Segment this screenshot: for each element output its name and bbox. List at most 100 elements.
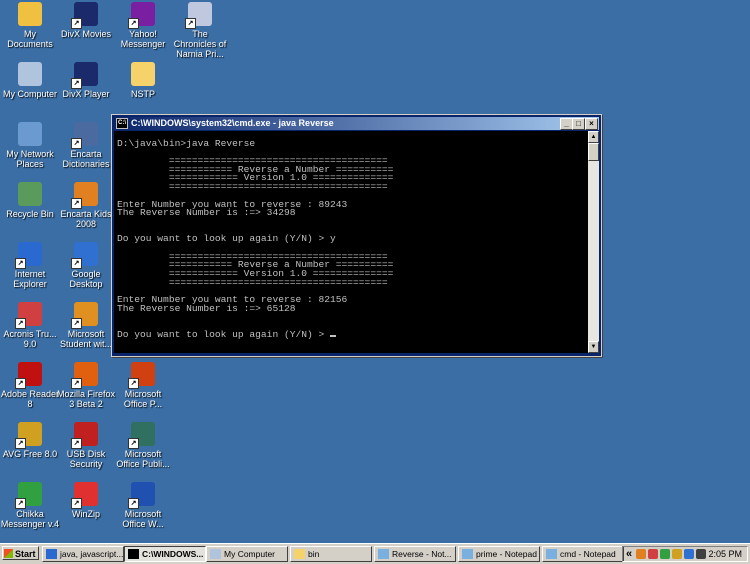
desktop-icon-label: Encarta Dictionaries	[62, 149, 110, 169]
vertical-scrollbar[interactable]: ▲ ▼	[588, 131, 599, 353]
desktop-icon[interactable]: ↗ Microsoft Office P...	[113, 362, 173, 409]
system-tray: « 2:05 PM	[622, 546, 748, 562]
desktop-icon-label: Adobe Reader 8	[0, 389, 60, 409]
desktop-icon[interactable]: ↗ Microsoft Student wit...	[56, 302, 116, 349]
shortcut-arrow-icon: ↗	[128, 378, 139, 389]
taskbar-button[interactable]: bin	[290, 546, 372, 562]
dvd-icon: ↗	[185, 2, 212, 29]
desktop-icon[interactable]: My Computer	[0, 62, 60, 99]
desktop-icon[interactable]: ↗ DivX Player	[56, 62, 116, 99]
desktop-icon-label: Google Desktop	[69, 269, 103, 289]
tray-app-icon[interactable]	[672, 549, 682, 559]
desktop-icon-label: Mozilla Firefox 3 Beta 2	[56, 389, 115, 409]
tray-app-icon[interactable]	[648, 549, 658, 559]
tray-app-icon[interactable]	[684, 549, 694, 559]
shortcut-arrow-icon: ↗	[185, 18, 196, 29]
desktop-icon[interactable]: ↗ Encarta Kids 2008	[56, 182, 116, 229]
desktop-icon[interactable]: ↗ DivX Movies	[56, 2, 116, 39]
taskbar-button-label: java, javascript...	[60, 549, 124, 559]
scroll-up-button[interactable]: ▲	[588, 131, 599, 143]
desktop-icon-label: Yahoo! Messenger	[120, 29, 166, 49]
desktop-icon[interactable]: ↗ The Chronicles of Narnia Pri...	[170, 2, 230, 59]
clock: 2:05 PM	[708, 549, 742, 559]
my-documents-icon	[18, 2, 42, 26]
text-cursor	[330, 334, 337, 337]
desktop-icon[interactable]: ↗ Mozilla Firefox 3 Beta 2	[56, 362, 116, 409]
taskbar-button[interactable]: My Computer	[206, 546, 288, 562]
desktop-icon[interactable]: My Documents	[0, 2, 60, 49]
tray-app-icon[interactable]	[636, 549, 646, 559]
desktop-icon-label: Chikka Messenger v.4	[0, 509, 60, 529]
desktop-icon[interactable]: ↗ Google Desktop	[56, 242, 116, 289]
taskbar-button-label: cmd - Notepad	[560, 549, 616, 559]
cmd-titlebar[interactable]: C:\ C:\WINDOWS\system32\cmd.exe - java Re…	[114, 117, 599, 130]
taskbar-button-label: C:\WINDOWS...	[142, 549, 204, 559]
my-computer-icon	[210, 549, 221, 559]
ie-icon	[46, 549, 57, 559]
cmd-icon[interactable]: C:\	[116, 118, 128, 130]
console-output[interactable]: D:\java\bin>java Reverse ===============…	[114, 131, 591, 353]
desktop-icon[interactable]: My Network Places	[0, 122, 60, 169]
taskbar-button-label: My Computer	[224, 549, 276, 559]
tray-app-icon[interactable]	[660, 549, 670, 559]
windows-logo-icon	[4, 549, 13, 558]
close-button[interactable]: ×	[585, 118, 598, 130]
tray-expand-button[interactable]: «	[626, 547, 632, 561]
desktop-icon-label: Encarta Kids 2008	[60, 209, 112, 229]
desktop-icon[interactable]: ↗ Chikka Messenger v.4	[0, 482, 60, 529]
desktop-icon[interactable]: Recycle Bin	[0, 182, 60, 219]
notepad-icon	[462, 549, 473, 559]
powerpoint-icon: ↗	[128, 362, 155, 389]
console-line: D:\java\bin>java Reverse	[117, 137, 256, 149]
desktop-icon-label: Recycle Bin	[6, 209, 54, 219]
network-places-icon	[18, 122, 42, 146]
desktop-icon-label: My Computer	[2, 89, 57, 99]
yahoo-messenger-icon: ↗	[128, 2, 155, 29]
desktop-icon-label: Microsoft Student wit...	[59, 329, 113, 349]
encarta-kids-icon: ↗	[71, 182, 98, 209]
console-line: ======================================	[117, 181, 388, 193]
desktop-icon[interactable]: ↗ Microsoft Office Publi...	[113, 422, 173, 469]
divx-movies-icon: ↗	[71, 2, 98, 29]
desktop-icon[interactable]: ↗ Microsoft Office W...	[113, 482, 173, 529]
desktop-icon[interactable]: ↗ Yahoo! Messenger	[113, 2, 173, 49]
chikka-icon: ↗	[15, 482, 42, 509]
desktop-icon[interactable]: ↗ USB Disk Security	[56, 422, 116, 469]
desktop-icon-label: Microsoft Office P...	[123, 389, 163, 409]
desktop-icon-label: Internet Explorer	[13, 269, 47, 289]
desktop-icon[interactable]: ↗ Adobe Reader 8	[0, 362, 60, 409]
shortcut-arrow-icon: ↗	[71, 318, 82, 329]
cmd-title: C:\WINDOWS\system32\cmd.exe - java Rever…	[131, 118, 334, 128]
desktop-icon[interactable]: ↗ Acronis Tru... 9.0	[0, 302, 60, 349]
desktop-icon-label: The Chronicles of Narnia Pri...	[173, 29, 227, 59]
scroll-down-button[interactable]: ▼	[588, 341, 599, 353]
taskbar-button[interactable]: cmd - Notepad	[542, 546, 624, 562]
shortcut-arrow-icon: ↗	[71, 438, 82, 449]
taskbar-button[interactable]: prime - Notepad	[458, 546, 540, 562]
console-line: ======================================	[117, 276, 388, 288]
shortcut-arrow-icon: ↗	[71, 498, 82, 509]
winzip-icon: ↗	[71, 482, 98, 509]
taskbar-button[interactable]: java, javascript...	[42, 546, 124, 562]
start-button[interactable]: Start	[2, 546, 39, 560]
shortcut-arrow-icon: ↗	[71, 78, 82, 89]
console-line: The Reverse Number is :=> 34298	[117, 207, 296, 219]
desktop-icon[interactable]: NSTP	[113, 62, 173, 99]
maximize-button[interactable]: □	[572, 118, 585, 130]
desktop-icon[interactable]: ↗ Encarta Dictionaries	[56, 122, 116, 169]
volume-icon[interactable]	[696, 549, 706, 559]
notepad-icon	[546, 549, 557, 559]
scroll-thumb[interactable]	[588, 143, 599, 161]
desktop-icon-label: Microsoft Office W...	[122, 509, 164, 529]
desktop-icon[interactable]: ↗ Internet Explorer	[0, 242, 60, 289]
desktop-icon[interactable]: ↗ AVG Free 8.0	[0, 422, 60, 459]
console-line: Do you want to look up again (Y/N) > y	[117, 233, 336, 245]
internet-explorer-icon: ↗	[15, 242, 42, 269]
taskbar-button[interactable]: C:\WINDOWS...	[124, 546, 206, 562]
desktop-icon[interactable]: ↗ WinZip	[56, 482, 116, 519]
cmd-window[interactable]: C:\ C:\WINDOWS\system32\cmd.exe - java Re…	[111, 114, 602, 357]
taskbar-button[interactable]: Reverse - Not...	[374, 546, 456, 562]
taskbar-button-label: prime - Notepad	[476, 549, 537, 559]
